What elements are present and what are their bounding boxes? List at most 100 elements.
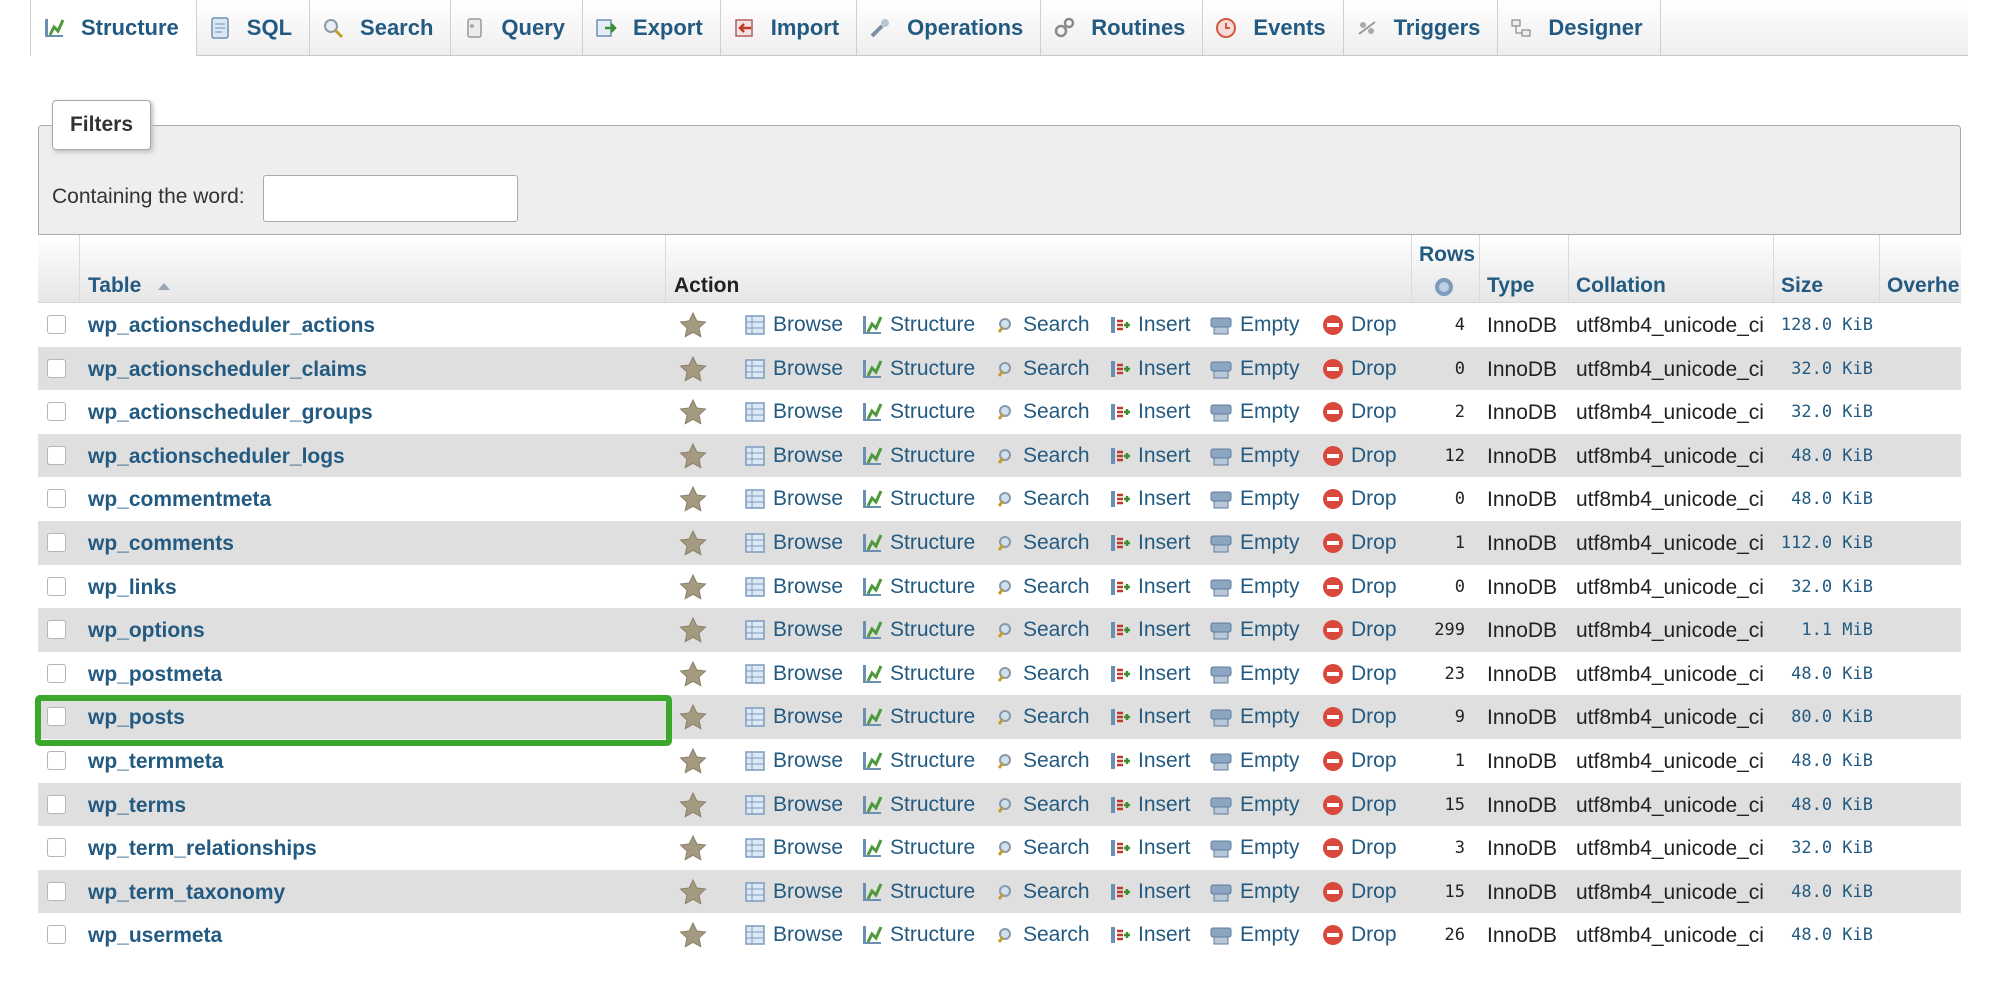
- favorite-star-icon[interactable]: [678, 442, 708, 470]
- favorite-star-icon[interactable]: [678, 311, 708, 339]
- table-name-link[interactable]: wp_actionscheduler_logs: [88, 445, 345, 469]
- table-name-link[interactable]: wp_postmeta: [88, 663, 222, 687]
- insert-action[interactable]: Insert: [1108, 486, 1191, 512]
- empty-action[interactable]: Empty: [1208, 356, 1300, 382]
- header-size[interactable]: Size: [1781, 274, 1823, 298]
- row-checkbox[interactable]: [47, 707, 66, 727]
- table-name-link[interactable]: wp_termmeta: [88, 750, 223, 774]
- insert-action[interactable]: Insert: [1108, 574, 1191, 600]
- row-checkbox[interactable]: [47, 358, 66, 378]
- favorite-star-icon[interactable]: [678, 616, 708, 644]
- empty-action[interactable]: Empty: [1208, 661, 1300, 687]
- empty-action[interactable]: Empty: [1208, 486, 1300, 512]
- structure-action[interactable]: Structure: [860, 704, 975, 730]
- table-name-link[interactable]: wp_comments: [88, 532, 234, 556]
- header-collation[interactable]: Collation: [1576, 274, 1666, 298]
- search-action[interactable]: Search: [993, 792, 1090, 818]
- structure-action[interactable]: Structure: [860, 922, 975, 948]
- browse-action[interactable]: Browse: [743, 617, 843, 643]
- table-name-link[interactable]: wp_links: [88, 576, 177, 600]
- table-name-link[interactable]: wp_terms: [88, 794, 186, 818]
- empty-action[interactable]: Empty: [1208, 922, 1300, 948]
- row-checkbox[interactable]: [47, 750, 66, 770]
- empty-action[interactable]: Empty: [1208, 835, 1300, 861]
- browse-action[interactable]: Browse: [743, 835, 843, 861]
- empty-action[interactable]: Empty: [1208, 792, 1300, 818]
- header-overhead[interactable]: Overhe: [1887, 274, 1959, 298]
- tab-designer[interactable]: Designer: [1498, 0, 1661, 55]
- row-checkbox[interactable]: [47, 794, 66, 814]
- row-checkbox[interactable]: [47, 532, 66, 552]
- structure-action[interactable]: Structure: [860, 356, 975, 382]
- browse-action[interactable]: Browse: [743, 748, 843, 774]
- favorite-star-icon[interactable]: [678, 703, 708, 731]
- empty-action[interactable]: Empty: [1208, 704, 1300, 730]
- favorite-star-icon[interactable]: [678, 660, 708, 688]
- table-name-link[interactable]: wp_actionscheduler_groups: [88, 401, 373, 425]
- table-size-link[interactable]: 32.0 KiB: [1773, 359, 1873, 379]
- table-size-link[interactable]: 48.0 KiB: [1773, 925, 1873, 945]
- search-action[interactable]: Search: [993, 443, 1090, 469]
- favorite-star-icon[interactable]: [678, 485, 708, 513]
- favorite-star-icon[interactable]: [678, 747, 708, 775]
- tab-sql[interactable]: SQL: [197, 0, 311, 55]
- table-size-link[interactable]: 48.0 KiB: [1773, 664, 1873, 684]
- table-size-link[interactable]: 32.0 KiB: [1773, 402, 1873, 422]
- browse-action[interactable]: Browse: [743, 704, 843, 730]
- search-action[interactable]: Search: [993, 748, 1090, 774]
- structure-action[interactable]: Structure: [860, 661, 975, 687]
- tab-events[interactable]: Events: [1203, 0, 1344, 55]
- empty-action[interactable]: Empty: [1208, 312, 1300, 338]
- tab-triggers[interactable]: Triggers: [1344, 0, 1499, 55]
- tab-export[interactable]: Export: [583, 0, 721, 55]
- insert-action[interactable]: Insert: [1108, 704, 1191, 730]
- structure-action[interactable]: Structure: [860, 879, 975, 905]
- row-checkbox[interactable]: [47, 315, 66, 334]
- tab-import[interactable]: Import: [721, 0, 858, 55]
- table-size-link[interactable]: 80.0 KiB: [1773, 707, 1873, 727]
- favorite-star-icon[interactable]: [678, 398, 708, 426]
- insert-action[interactable]: Insert: [1108, 792, 1191, 818]
- table-size-link[interactable]: 48.0 KiB: [1773, 489, 1873, 509]
- insert-action[interactable]: Insert: [1108, 661, 1191, 687]
- row-checkbox[interactable]: [47, 576, 66, 596]
- search-action[interactable]: Search: [993, 574, 1090, 600]
- table-size-link[interactable]: 48.0 KiB: [1773, 446, 1873, 466]
- browse-action[interactable]: Browse: [743, 312, 843, 338]
- structure-action[interactable]: Structure: [860, 530, 975, 556]
- table-name-link[interactable]: wp_term_relationships: [88, 837, 317, 861]
- browse-action[interactable]: Browse: [743, 443, 843, 469]
- structure-action[interactable]: Structure: [860, 399, 975, 425]
- search-action[interactable]: Search: [993, 922, 1090, 948]
- row-checkbox[interactable]: [47, 489, 66, 509]
- browse-action[interactable]: Browse: [743, 574, 843, 600]
- table-size-link[interactable]: 32.0 KiB: [1773, 577, 1873, 597]
- structure-action[interactable]: Structure: [860, 443, 975, 469]
- header-table[interactable]: Table: [88, 274, 171, 298]
- structure-action[interactable]: Structure: [860, 835, 975, 861]
- favorite-star-icon[interactable]: [678, 834, 708, 862]
- table-name-link[interactable]: wp_posts: [88, 706, 185, 730]
- empty-action[interactable]: Empty: [1208, 574, 1300, 600]
- row-checkbox[interactable]: [47, 881, 66, 901]
- structure-action[interactable]: Structure: [860, 486, 975, 512]
- header-type[interactable]: Type: [1487, 274, 1534, 298]
- favorite-star-icon[interactable]: [678, 878, 708, 906]
- favorite-star-icon[interactable]: [678, 355, 708, 383]
- empty-action[interactable]: Empty: [1208, 530, 1300, 556]
- tab-operations[interactable]: Operations: [857, 0, 1042, 55]
- table-size-link[interactable]: 128.0 KiB: [1773, 315, 1873, 335]
- structure-action[interactable]: Structure: [860, 312, 975, 338]
- insert-action[interactable]: Insert: [1108, 922, 1191, 948]
- tab-search[interactable]: Search: [310, 0, 452, 55]
- search-action[interactable]: Search: [993, 835, 1090, 861]
- insert-action[interactable]: Insert: [1108, 443, 1191, 469]
- empty-action[interactable]: Empty: [1208, 617, 1300, 643]
- search-action[interactable]: Search: [993, 704, 1090, 730]
- empty-action[interactable]: Empty: [1208, 748, 1300, 774]
- favorite-star-icon[interactable]: [678, 791, 708, 819]
- search-action[interactable]: Search: [993, 399, 1090, 425]
- tab-routines[interactable]: Routines: [1041, 0, 1204, 55]
- browse-action[interactable]: Browse: [743, 879, 843, 905]
- table-name-link[interactable]: wp_options: [88, 619, 205, 643]
